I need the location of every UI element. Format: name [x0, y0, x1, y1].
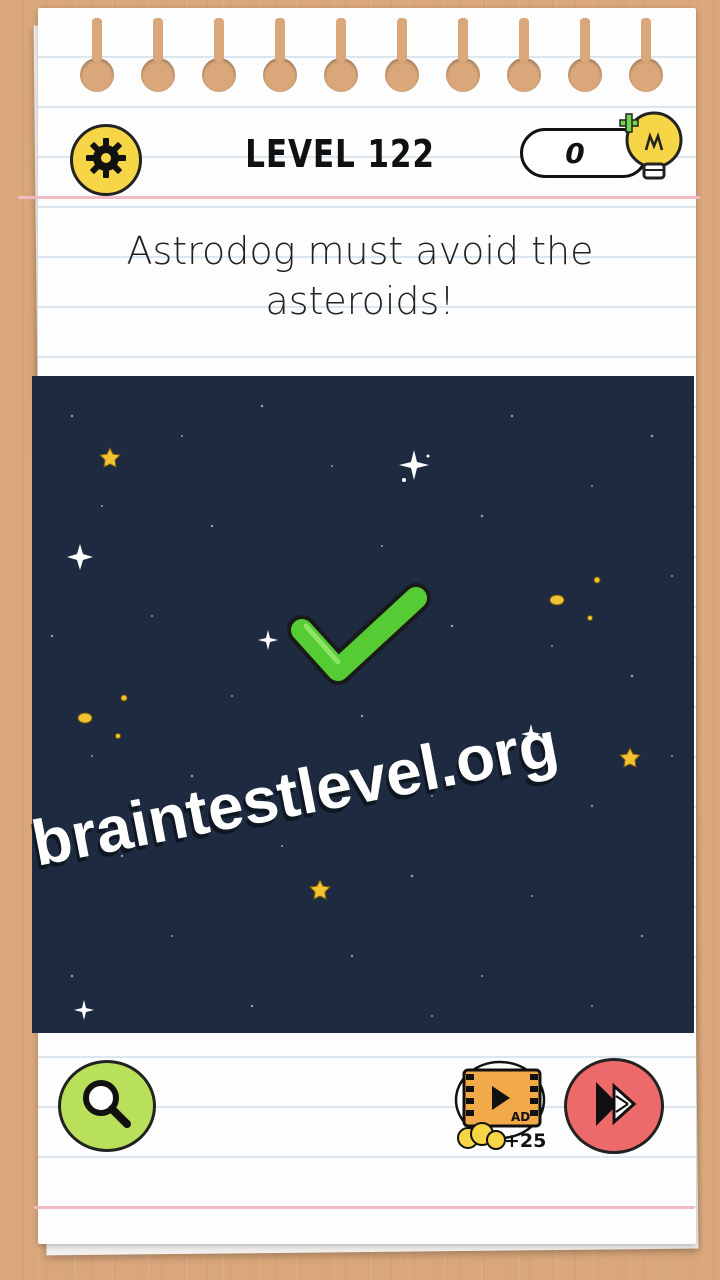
binder-hole [507, 18, 541, 92]
binder-hole [629, 18, 663, 92]
binder-hole [324, 18, 358, 92]
binder-hole [80, 18, 114, 92]
ad-label: AD [511, 1110, 531, 1124]
binder-hole [385, 18, 419, 92]
puzzle-question: Astrodog must avoid the asteroids! [126, 229, 594, 323]
gear-icon [84, 136, 128, 184]
binder-hole [568, 18, 602, 92]
hint-count: 0 [565, 137, 585, 170]
magnifier-icon [77, 1074, 137, 1138]
ad-bonus-text: +25 [504, 1130, 547, 1152]
checkmark-icon [287, 583, 431, 685]
binder-hole [263, 18, 297, 92]
lightbulb-icon[interactable] [616, 106, 692, 190]
binder-hole [446, 18, 480, 92]
binder-hole [141, 18, 175, 92]
space-scene[interactable] [32, 376, 694, 1033]
header-divider [18, 196, 700, 199]
settings-button[interactable] [70, 124, 142, 196]
search-button[interactable] [58, 1060, 156, 1152]
binder-hole [202, 18, 236, 92]
level-title: LEVEL 122 [245, 132, 435, 176]
skip-level-button[interactable] [564, 1058, 664, 1154]
bottom-divider [34, 1206, 694, 1209]
fast-forward-icon [584, 1074, 644, 1138]
starfield [50, 404, 673, 1020]
watermark: braintestlevel.org [26, 707, 563, 882]
